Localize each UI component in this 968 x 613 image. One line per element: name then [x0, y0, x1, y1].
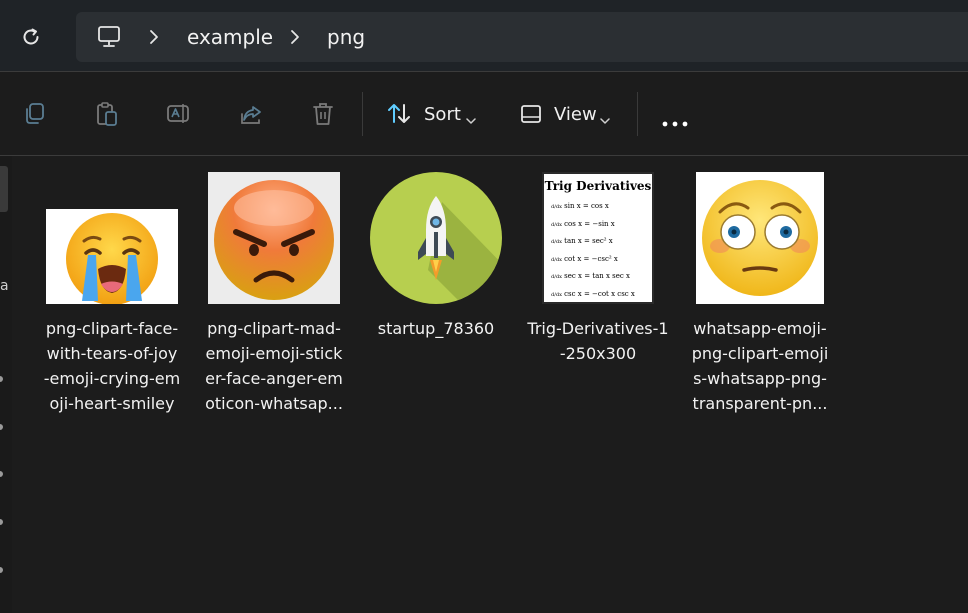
- derivative-prefix: d/dx: [551, 239, 562, 245]
- trig-title: Trig Derivatives: [544, 179, 652, 193]
- chevron-right-icon[interactable]: [288, 28, 302, 46]
- sort-label[interactable]: Sort: [424, 104, 461, 126]
- divider: [0, 155, 968, 156]
- trig-row: d/dx csc x = −cot x csc x: [551, 286, 651, 304]
- trig-formula: cot x = −csc² x: [564, 254, 618, 263]
- nav-item-label[interactable]: a: [0, 278, 9, 294]
- trig-row: d/dx cot x = −csc² x: [551, 251, 651, 269]
- file-name[interactable]: startup_78360: [361, 316, 511, 341]
- file-thumbnail: [208, 172, 340, 304]
- file-name[interactable]: png-clipart-mad- emoji-emoji-stick er-fa…: [199, 316, 349, 416]
- chevron-right-icon[interactable]: [147, 28, 161, 46]
- view-icon[interactable]: [520, 103, 542, 125]
- rename-icon[interactable]: [166, 101, 190, 127]
- trig-formula: cos x = −sin x: [564, 219, 615, 228]
- sort-icon: [386, 100, 414, 128]
- crying-emoji-icon: [66, 213, 158, 305]
- breadcrumb-item-example[interactable]: example: [187, 24, 273, 50]
- trig-row: d/dx sin x = cos x: [551, 198, 651, 216]
- file-name[interactable]: png-clipart-face- with-tears-of-joy -emo…: [37, 316, 187, 416]
- trig-formula: csc x = −cot x csc x: [564, 289, 635, 298]
- trig-row: d/dx sec x = tan x sec x: [551, 268, 651, 286]
- trig-formula: tan x = sec² x: [564, 237, 613, 245]
- angry-emoji-icon: [214, 180, 334, 300]
- file-thumbnail: [46, 209, 178, 305]
- share-icon[interactable]: [239, 101, 263, 127]
- file-thumbnail: [370, 172, 502, 304]
- toolbar-divider: [637, 92, 638, 136]
- chevron-down-icon[interactable]: [466, 110, 476, 124]
- paste-icon[interactable]: [95, 101, 119, 127]
- navigation-pane[interactable]: [0, 156, 12, 613]
- trig-row: d/dx cos x = −sin x: [551, 216, 651, 234]
- flushed-emoji-icon: [702, 180, 818, 296]
- file-name[interactable]: whatsapp-emoji- png-clipart-emoji s-what…: [685, 316, 835, 416]
- trig-row: d/dx tan x = sec² x: [551, 233, 651, 251]
- derivative-prefix: d/dx: [551, 204, 562, 210]
- file-name[interactable]: Trig-Derivatives-1 -250x300: [523, 316, 673, 366]
- derivative-prefix: d/dx: [551, 256, 562, 263]
- delete-icon[interactable]: [311, 101, 335, 127]
- this-pc-icon[interactable]: [96, 24, 122, 50]
- toolbar-divider: [362, 92, 363, 136]
- nav-scrollbar-thumb[interactable]: [0, 166, 8, 212]
- view-label[interactable]: View: [554, 104, 597, 126]
- copy-icon[interactable]: [23, 101, 47, 127]
- file-thumbnail: [696, 172, 824, 304]
- more-options-icon[interactable]: [662, 112, 690, 127]
- rocket-icon: [370, 172, 502, 304]
- breadcrumb-item-png[interactable]: png: [327, 24, 365, 50]
- trig-formula: sin x = cos x: [564, 202, 609, 210]
- trig-formula: sec x = tan x sec x: [564, 272, 631, 280]
- chevron-down-icon[interactable]: [600, 110, 610, 124]
- trig-rows: d/dx sin x = cos x d/dx cos x = −sin x d…: [551, 198, 651, 303]
- derivative-prefix: d/dx: [551, 221, 562, 228]
- file-thumbnail: Trig Derivatives d/dx sin x = cos x d/dx…: [542, 172, 654, 304]
- refresh-icon[interactable]: [18, 24, 44, 50]
- derivative-prefix: d/dx: [551, 274, 562, 280]
- derivative-prefix: d/dx: [551, 291, 562, 298]
